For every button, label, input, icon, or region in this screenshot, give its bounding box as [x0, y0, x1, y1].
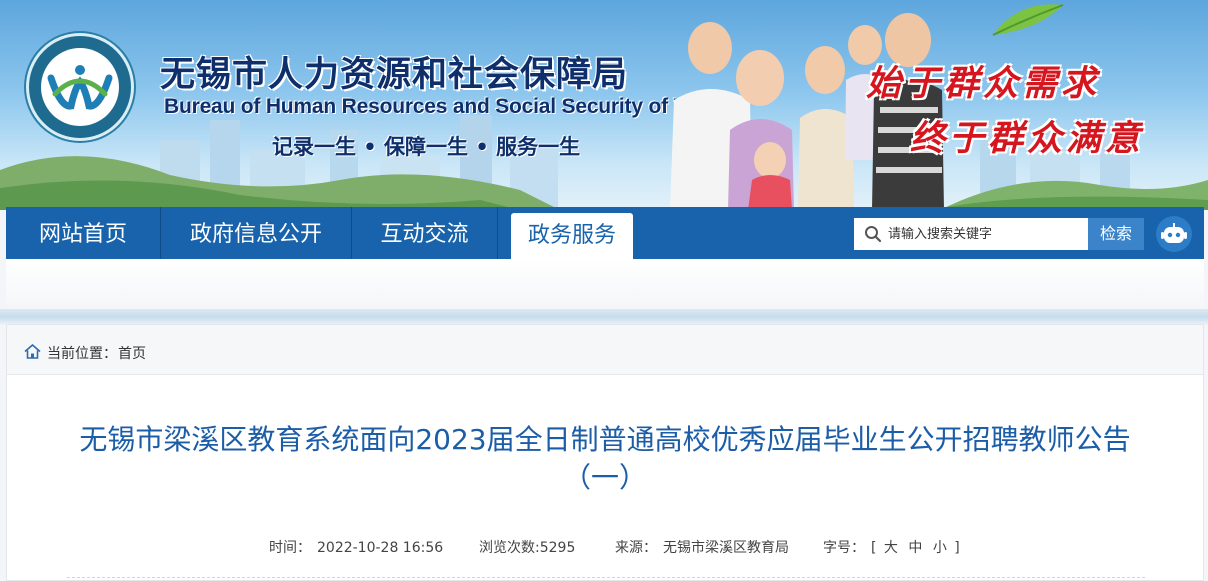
motto-line-2: 终于群众满意	[910, 118, 1145, 159]
nav-item-services[interactable]: 政务服务	[511, 213, 633, 259]
source-label: 来源：	[615, 540, 657, 556]
leaf-decoration-icon	[992, 4, 1064, 36]
search-input[interactable]	[888, 218, 1084, 250]
logo-mark-icon	[47, 65, 113, 110]
robot-assistant-icon[interactable]	[1156, 216, 1192, 252]
article-title: 无锡市梁溪区教育系统面向2023届全日制普通高校优秀应届毕业生公开招聘教师公告（…	[79, 423, 1131, 494]
breadcrumb-home-link[interactable]: 首页	[118, 343, 146, 363]
nav-item-interaction[interactable]: 互动交流	[352, 207, 498, 259]
bureau-logo	[26, 33, 134, 141]
decorative-strip	[0, 309, 1208, 325]
header-banner: 无锡市人力资源和社会保障局 Bureau of Human Resources …	[0, 0, 1208, 210]
motto-line-1: 始于群众需求	[866, 63, 1101, 104]
robot-face-icon	[1161, 223, 1187, 243]
breadcrumb: 当前位置： 首页	[7, 325, 1203, 375]
view-count-value: 5295	[539, 540, 576, 556]
site-title: 无锡市人力资源和社会保障局	[160, 55, 629, 95]
main-nav: 网站首页 政府信息公开 互动交流 政务服务 检索	[6, 207, 1204, 259]
article-source: 来源： 无锡市梁溪区教育局	[615, 537, 789, 557]
font-size-bracket-open: [	[871, 540, 877, 556]
view-count-label: 浏览次数:	[479, 540, 540, 556]
article-container: 当前位置： 首页 无锡市梁溪区教育系统面向2023届全日制普通高校优秀应届毕业生…	[6, 324, 1204, 581]
font-size-control: 字号： [ 大 中 小 ]	[823, 537, 960, 557]
search-button[interactable]: 检索	[1088, 218, 1144, 250]
nav-item-gov-info[interactable]: 政府信息公开	[161, 207, 352, 259]
view-count: 浏览次数:5295	[479, 537, 575, 557]
home-icon	[24, 344, 41, 359]
font-size-label: 字号：	[823, 540, 865, 556]
font-size-medium-button[interactable]: 中	[908, 540, 922, 556]
font-size-large-button[interactable]: 大	[884, 540, 898, 556]
source-value: 无锡市梁溪区教育局	[663, 540, 789, 556]
search-icon	[865, 226, 882, 243]
search-box	[854, 218, 1088, 250]
publish-time-label: 时间：	[269, 540, 311, 556]
site-slogan: 记录一生 • 保障一生 • 服务一生	[272, 135, 581, 159]
sub-nav-bar	[6, 259, 1204, 309]
font-size-small-button[interactable]: 小	[933, 540, 947, 556]
meta-divider	[67, 577, 1145, 578]
breadcrumb-label: 当前位置：	[47, 346, 117, 362]
publish-time: 时间： 2022-10-28 16:56	[269, 537, 443, 557]
font-size-bracket-close: ]	[954, 540, 960, 556]
nav-item-home[interactable]: 网站首页	[6, 207, 161, 259]
publish-time-value: 2022-10-28 16:56	[317, 540, 444, 556]
